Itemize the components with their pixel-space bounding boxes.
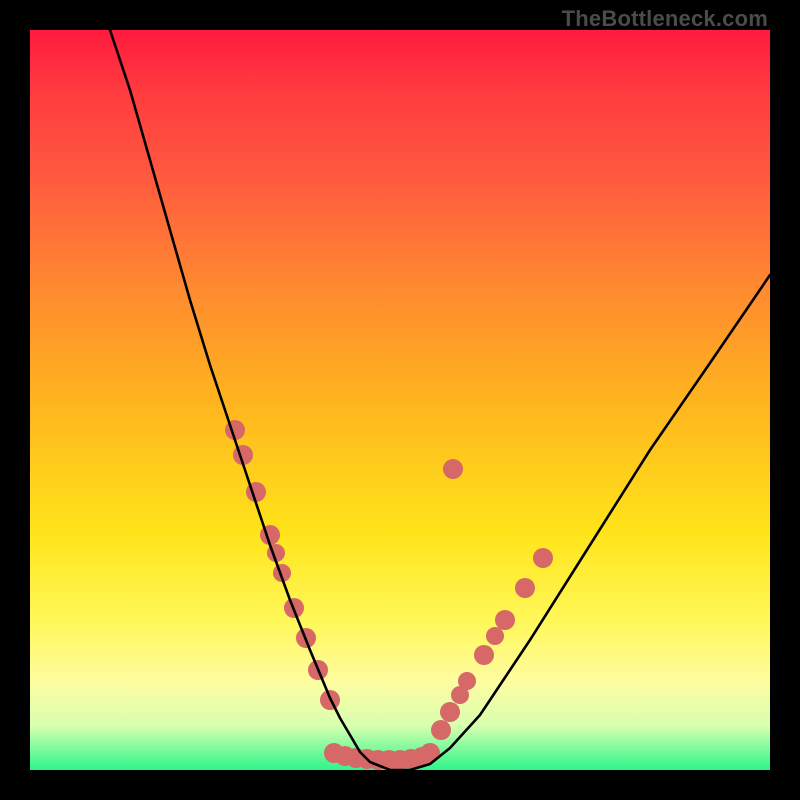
bottleneck-curve — [30, 30, 770, 770]
plot-area — [30, 30, 770, 770]
chart-frame: TheBottleneck.com — [0, 0, 800, 800]
watermark-text: TheBottleneck.com — [562, 6, 768, 32]
